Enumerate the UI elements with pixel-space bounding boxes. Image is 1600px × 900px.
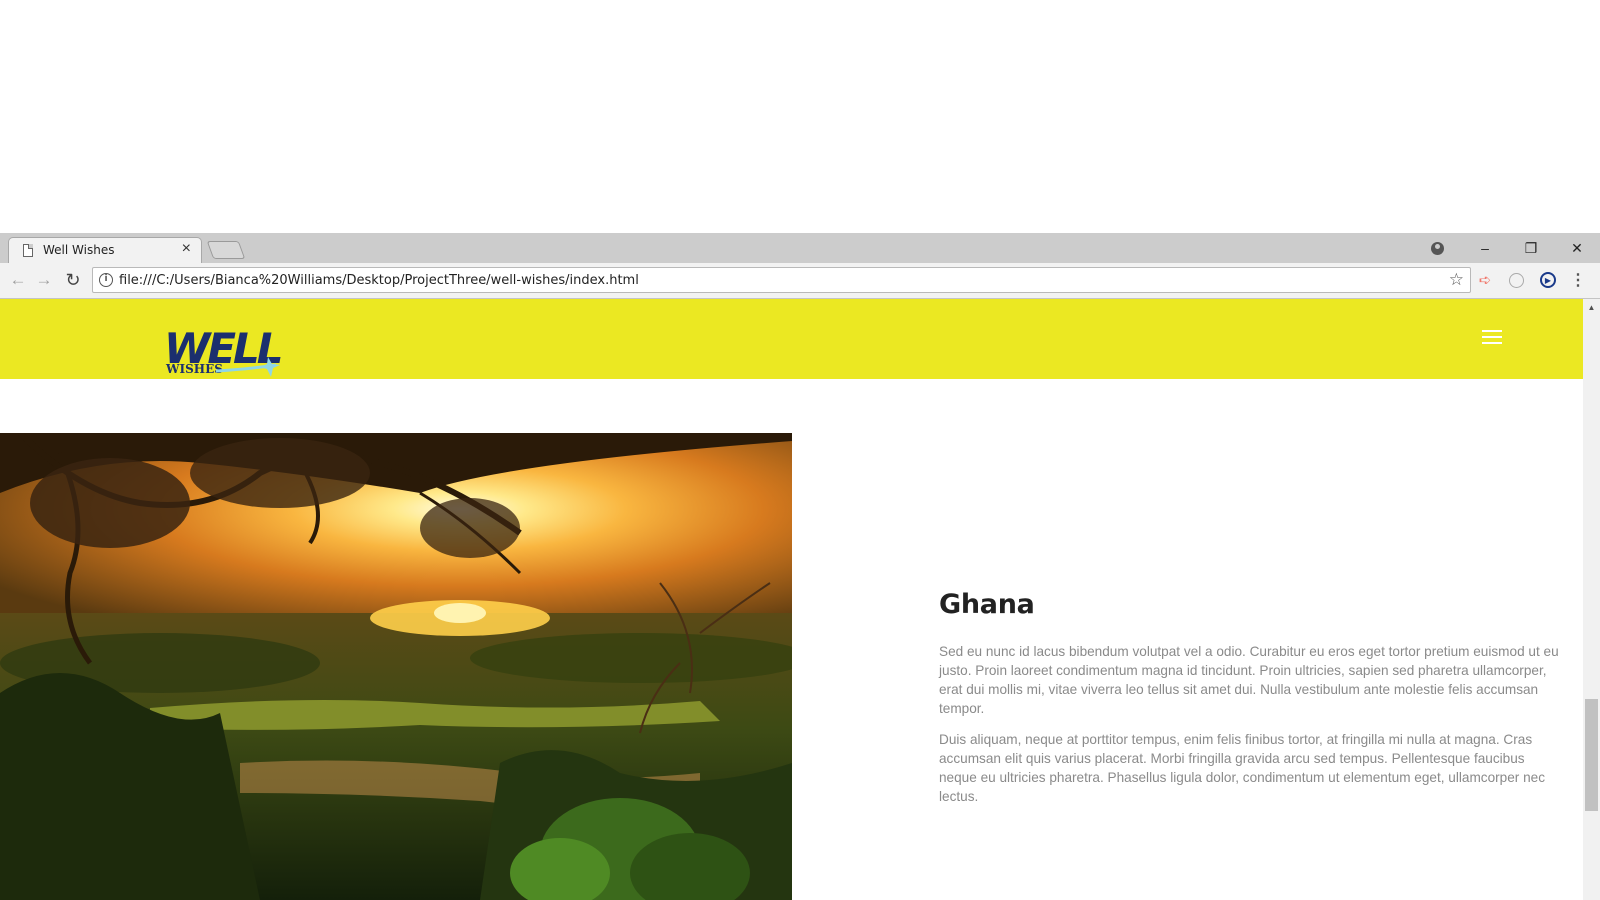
reload-button[interactable]: ↻ [62, 269, 84, 291]
extension-play-icon[interactable]: ▶ [1539, 271, 1557, 289]
paragraph-1: Sed eu nunc id lacus bibendum volutpat v… [939, 644, 1559, 716]
hamburger-menu-icon[interactable] [1482, 330, 1502, 346]
blank-area [0, 0, 1600, 233]
back-button[interactable]: ← [7, 269, 29, 291]
minimize-button[interactable]: – [1462, 233, 1508, 263]
page-scrollbar[interactable]: ▲ [1583, 299, 1600, 900]
page-viewport: WELL WISHES Ghana Sed eu nunc id lacus b… [0, 299, 1600, 900]
paragraph-2: Duis aliquam, neque at porttitor tempus,… [939, 732, 1546, 804]
window-controls: – ❐ ✕ [1412, 233, 1600, 263]
info-icon[interactable]: i [99, 273, 113, 287]
ghana-sunset-image [0, 433, 792, 900]
restore-button[interactable]: ❐ [1508, 233, 1554, 263]
profile-icon [1430, 241, 1444, 255]
site-logo[interactable]: WELL WISHES [160, 321, 286, 389]
tab-close-button[interactable]: × [182, 240, 191, 258]
page-icon [23, 244, 33, 257]
browser-menu-icon[interactable]: ⋮ [1569, 271, 1587, 289]
extension-circle-icon[interactable] [1507, 271, 1525, 289]
forward-button[interactable]: → [33, 269, 55, 291]
address-bar[interactable]: i file:///C:/Users/Bianca%20Williams/Des… [92, 267, 1471, 293]
scroll-up-arrow-icon[interactable]: ▲ [1583, 299, 1600, 316]
bookmark-star-icon[interactable]: ☆ [1449, 270, 1464, 290]
tab-title: Well Wishes [43, 243, 115, 257]
extension-cast-icon[interactable]: ➪ [1476, 271, 1494, 289]
country-section: Ghana Sed eu nunc id lacus bibendum volu… [939, 589, 1565, 818]
country-title: Ghana [939, 589, 1035, 620]
new-tab-button[interactable] [206, 241, 246, 259]
browser-chrome: Well Wishes × – ❐ ✕ ← → ↻ i file:///C:/U… [0, 233, 1600, 299]
logo-text-sub: WISHES [165, 362, 223, 376]
logo-graphic: WELL WISHES [164, 324, 284, 377]
profile-button[interactable] [1412, 233, 1462, 263]
url-text[interactable]: file:///C:/Users/Bianca%20Williams/Deskt… [119, 273, 639, 288]
scrollbar-thumb[interactable] [1585, 699, 1598, 811]
browser-tab[interactable]: Well Wishes × [8, 237, 202, 263]
tab-strip: Well Wishes × – ❐ ✕ [0, 233, 1600, 263]
close-window-button[interactable]: ✕ [1554, 233, 1600, 263]
browser-toolbar: ← → ↻ i file:///C:/Users/Bianca%20Willia… [0, 263, 1600, 299]
site-header: WELL WISHES [0, 299, 1583, 379]
